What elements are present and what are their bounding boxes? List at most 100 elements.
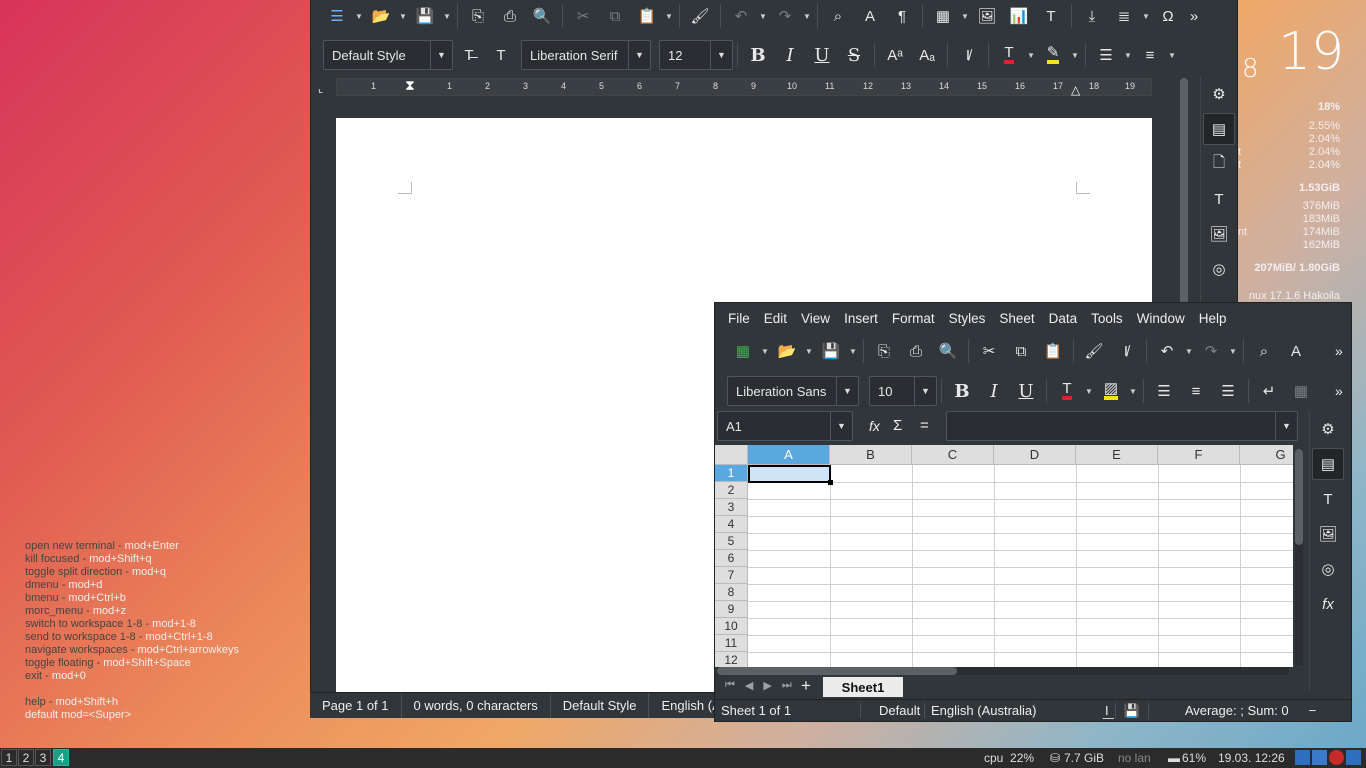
update-style-icon[interactable]: T̶ [453, 39, 485, 71]
name-box[interactable]: A1 ▼ [717, 411, 853, 441]
row-header[interactable]: 2 [715, 482, 748, 499]
chevron-down-icon[interactable]: ▼ [1140, 0, 1152, 32]
sidebar-settings-icon[interactable]: ⚙ [1203, 78, 1235, 110]
formatting-marks-icon[interactable]: ¶ [886, 0, 918, 32]
right-indent-marker-icon[interactable]: △ [1071, 83, 1080, 97]
sidebar-styles-icon[interactable]: T [1312, 483, 1344, 515]
menu-edit[interactable]: Edit [757, 311, 794, 326]
sidebar-properties-icon[interactable]: ▤ [1312, 448, 1344, 480]
clipboard-icon[interactable] [1312, 750, 1327, 765]
horizontal-ruler[interactable]: 1 1 2 3 4 5 6 7 8 9 10 11 12 13 14 15 16… [336, 77, 1152, 97]
prev-sheet-icon[interactable]: ◀ [745, 679, 753, 692]
font-size-combo[interactable]: 12 ▼ [659, 40, 733, 70]
export-pdf-icon[interactable]: ⎘ [868, 335, 900, 367]
clone-formatting-icon[interactable]: 🖌 [1078, 335, 1110, 367]
sidebar-functions-icon[interactable]: fx [1312, 588, 1344, 620]
column-header[interactable]: B [830, 445, 912, 465]
special-character-icon[interactable]: Ω [1152, 0, 1184, 32]
chevron-down-icon[interactable]: ▼ [759, 335, 771, 367]
formula-equals-icon[interactable]: = [920, 417, 929, 434]
chevron-down-icon[interactable]: ▼ [353, 0, 365, 32]
font-color-icon[interactable]: T [1051, 375, 1083, 407]
column-header[interactable]: F [1158, 445, 1240, 465]
font-name-combo[interactable]: Liberation Serif ▼ [521, 40, 651, 70]
cut-icon[interactable]: ✂ [567, 0, 599, 32]
sidebar-settings-icon[interactable]: ⚙ [1312, 413, 1344, 445]
row-header[interactable]: 7 [715, 567, 748, 584]
page-break-icon[interactable]: ⤓ [1076, 0, 1108, 32]
chevron-down-icon[interactable]: ▼ [710, 41, 732, 69]
chevron-down-icon[interactable]: ▼ [914, 377, 936, 405]
chevron-down-icon[interactable]: ▼ [1083, 375, 1095, 407]
insert-image-icon[interactable]: 🖼 [971, 0, 1003, 32]
menu-sheet[interactable]: Sheet [992, 311, 1041, 326]
insert-mode-icon[interactable]: I͟ [1099, 703, 1116, 718]
print-icon[interactable]: ⎙ [494, 0, 526, 32]
row-header[interactable]: 4 [715, 516, 748, 533]
chevron-down-icon[interactable]: ▼ [1227, 335, 1239, 367]
menu-file[interactable]: File [721, 311, 757, 326]
highlight-color-icon[interactable]: ✎ [1037, 39, 1069, 71]
sidebar-navigator-icon[interactable]: ◎ [1203, 253, 1235, 285]
more-icon[interactable]: » [1335, 383, 1343, 399]
paragraph-style-combo[interactable]: Default Style ▼ [323, 40, 453, 70]
row-header[interactable]: 9 [715, 601, 748, 618]
workspace-button[interactable]: 3 [35, 749, 51, 766]
select-all-corner[interactable] [715, 445, 748, 465]
clear-formatting-icon[interactable]: I̸ [1110, 335, 1142, 367]
sidebar-toggle-icon[interactable]: ☰ [321, 0, 353, 32]
chevron-down-icon[interactable]: ▼ [663, 0, 675, 32]
menu-tools[interactable]: Tools [1084, 311, 1130, 326]
font-name-combo[interactable]: Liberation Sans ▼ [727, 376, 859, 406]
column-header[interactable]: G [1240, 445, 1293, 465]
menu-data[interactable]: Data [1042, 311, 1085, 326]
chevron-down-icon[interactable]: ▼ [441, 0, 453, 32]
sidebar-gallery-icon[interactable]: 🖼 [1203, 218, 1235, 250]
chevron-down-icon[interactable]: ▼ [1166, 39, 1178, 71]
zoom-out-icon[interactable]: − [1303, 703, 1323, 718]
undo-icon[interactable]: ↶ [1151, 335, 1183, 367]
column-header[interactable]: D [994, 445, 1076, 465]
first-sheet-icon[interactable]: ⏮ [725, 679, 735, 692]
chevron-down-icon[interactable]: ▼ [757, 0, 769, 32]
status-language[interactable]: English (Australia) [925, 703, 1037, 718]
expand-formula-icon[interactable]: ▼ [1275, 412, 1297, 440]
underline-icon[interactable]: U [1010, 375, 1042, 407]
row-header[interactable]: 6 [715, 550, 748, 567]
update-notifier-icon[interactable] [1329, 750, 1344, 765]
column-header[interactable]: C [912, 445, 994, 465]
status-sheet[interactable]: Sheet 1 of 1 [715, 703, 861, 718]
chevron-down-icon[interactable]: ▼ [397, 0, 409, 32]
print-preview-icon[interactable]: 🔍 [932, 335, 964, 367]
scrollbar-thumb[interactable] [1295, 449, 1303, 545]
calc-horizontal-scrollbar[interactable] [717, 667, 1289, 675]
chevron-down-icon[interactable]: ▼ [830, 412, 852, 440]
menu-window[interactable]: Window [1130, 311, 1192, 326]
copy-icon[interactable]: ⧉ [1005, 335, 1037, 367]
chevron-down-icon[interactable]: ▼ [1127, 375, 1139, 407]
find-replace-icon[interactable]: ⌕ [1248, 335, 1280, 367]
menu-insert[interactable]: Insert [837, 311, 885, 326]
row-header[interactable]: 12 [715, 652, 748, 667]
print-preview-icon[interactable]: 🔍 [526, 0, 558, 32]
undo-icon[interactable]: ↶ [725, 0, 757, 32]
subscript-icon[interactable]: Aₐ [911, 39, 943, 71]
paste-icon[interactable]: 📋 [631, 0, 663, 32]
row-header[interactable]: 5 [715, 533, 748, 550]
font-color-icon[interactable]: T [993, 39, 1025, 71]
chevron-down-icon[interactable]: ▼ [1069, 39, 1081, 71]
chevron-down-icon[interactable]: ▼ [803, 335, 815, 367]
chevron-down-icon[interactable]: ▼ [430, 41, 452, 69]
row-header[interactable]: 1 [715, 465, 748, 482]
workspace-button[interactable]: 1 [1, 749, 17, 766]
align-center-icon[interactable]: ≡ [1180, 375, 1212, 407]
align-right-icon[interactable]: ☰ [1212, 375, 1244, 407]
formula-input[interactable]: ▼ [946, 411, 1298, 441]
menu-styles[interactable]: Styles [942, 311, 993, 326]
chevron-down-icon[interactable]: ▼ [628, 41, 650, 69]
clone-formatting-icon[interactable]: 🖌 [684, 0, 716, 32]
insert-field-icon[interactable]: ≣ [1108, 0, 1140, 32]
spreadsheet-grid[interactable]: A B C D E F G 1 2 3 4 5 6 7 8 9 10 11 12 [715, 445, 1293, 667]
row-header[interactable]: 8 [715, 584, 748, 601]
insert-chart-icon[interactable]: 📊 [1003, 0, 1035, 32]
